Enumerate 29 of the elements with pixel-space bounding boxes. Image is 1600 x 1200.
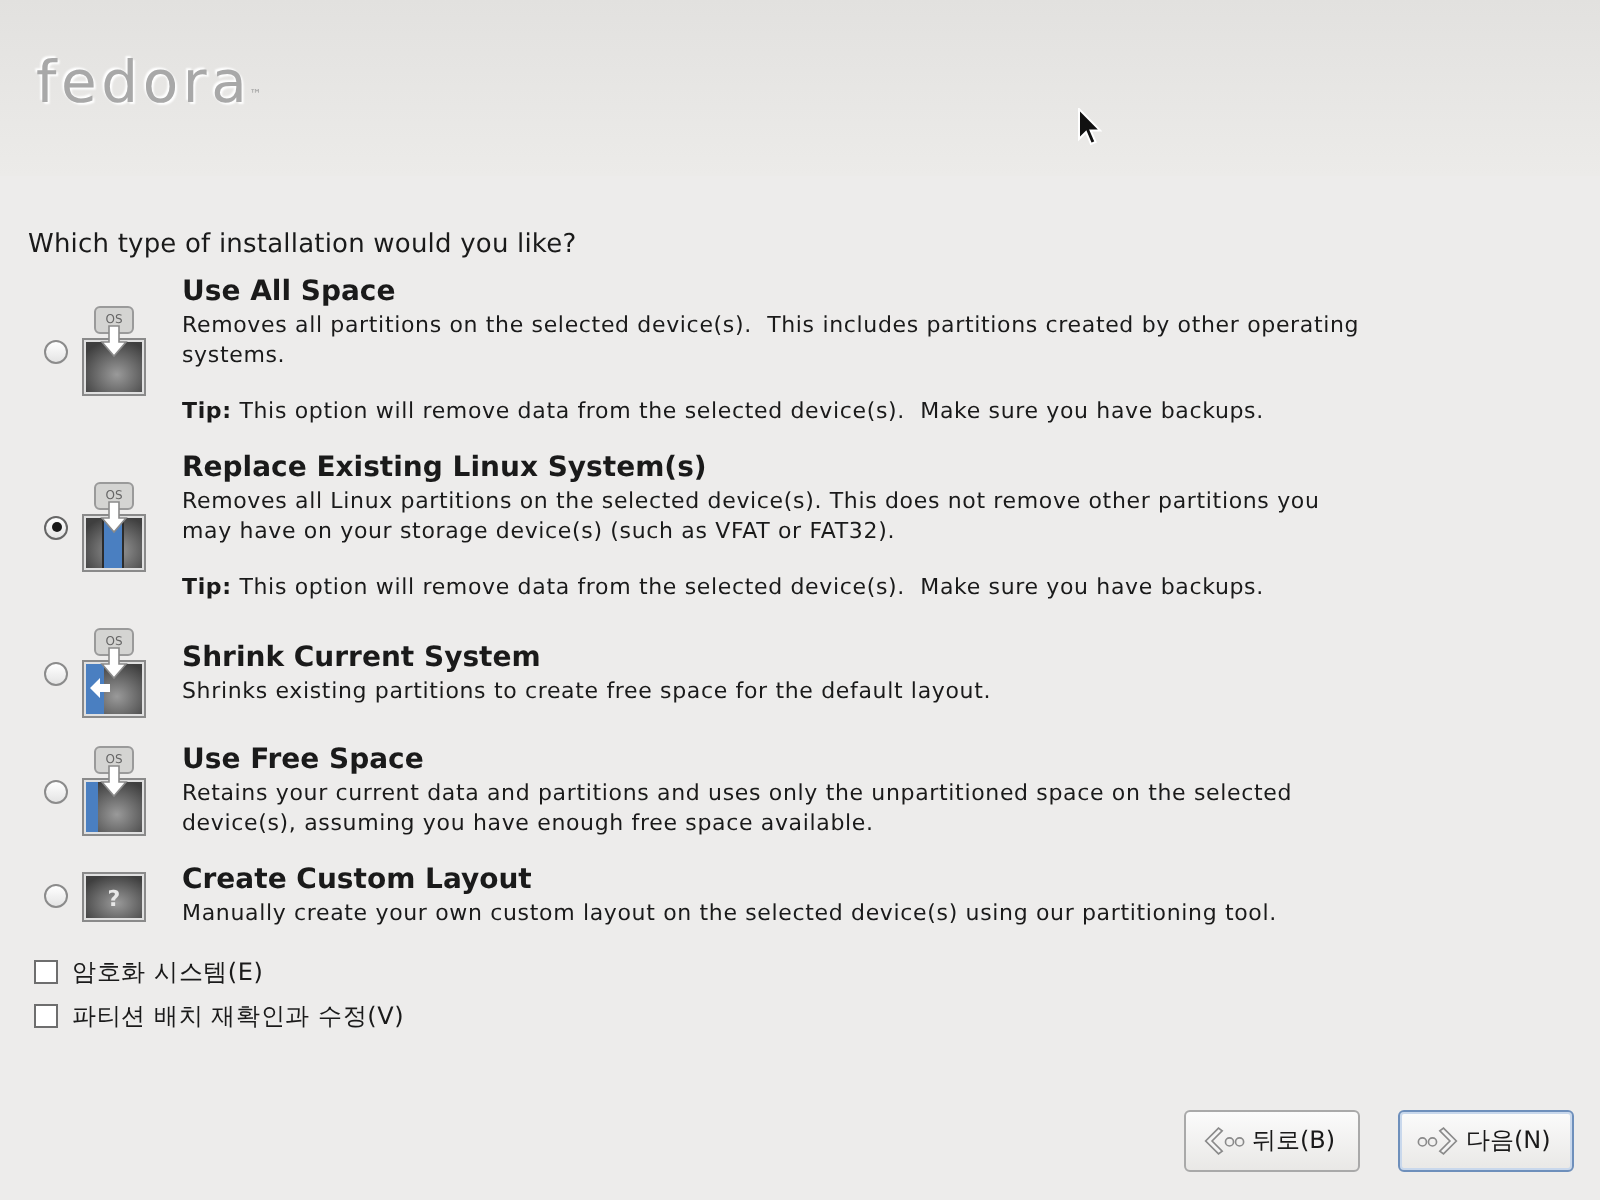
radio-button[interactable] <box>44 339 68 363</box>
option-title: Shrink Current System <box>182 641 543 675</box>
logo-text: fedora <box>36 48 252 116</box>
radio-button[interactable] <box>44 661 68 685</box>
option-title: Use Free Space <box>182 744 426 778</box>
option-tip: Tip: This option will remove data from the selected device(s). Make sure you have backups. <box>182 572 1266 602</box>
question-text: Which type of installation would you like? <box>28 230 577 262</box>
next-button[interactable]: 다음(N) <box>1398 1110 1574 1172</box>
back-button[interactable]: 뒤로(B) <box>1184 1110 1360 1172</box>
mouse-pointer-icon <box>1078 108 1102 146</box>
option-description: Retains your current data and partitions and uses only the unpartitioned space on the selected device(s), assuming you have enough free space available. <box>182 778 1295 838</box>
option-title: Create Custom Layout <box>182 864 534 898</box>
option-title: Use All Space <box>182 276 398 310</box>
checkbox-label[interactable]: 파티션 배치 재확인과 수정(V) <box>72 1000 405 1032</box>
option-title: Replace Existing Linux System(s) <box>182 452 709 486</box>
left-chevron-icon <box>1202 1126 1246 1156</box>
checkbox[interactable] <box>34 1004 58 1028</box>
option-description: Removes all partitions on the selected device(s). This includes partitions created by other operating systems. <box>182 310 1362 370</box>
question-disk-icon: ? <box>82 871 146 921</box>
option-tip: Tip: This option will remove data from the selected device(s). Make sure you have backups. <box>182 396 1266 426</box>
radio-button[interactable] <box>44 779 68 803</box>
option-description: Removes all Linux partitions on the selected device(s). This does not remove other partitions you may have on your storage device(s) (such as VFAT or FAT32). <box>182 486 1322 546</box>
option-description: Manually create your own custom layout on the selected device(s) using our partitioning tool. <box>182 898 1279 928</box>
checkbox-label[interactable]: 암호화 시스템(E) <box>72 956 264 988</box>
option-description: Shrinks existing partitions to create free space for the default layout. <box>182 675 994 705</box>
checkbox[interactable] <box>34 960 58 984</box>
radio-button[interactable] <box>44 515 68 539</box>
right-chevron-icon <box>1416 1126 1460 1156</box>
radio-button[interactable] <box>44 884 68 908</box>
